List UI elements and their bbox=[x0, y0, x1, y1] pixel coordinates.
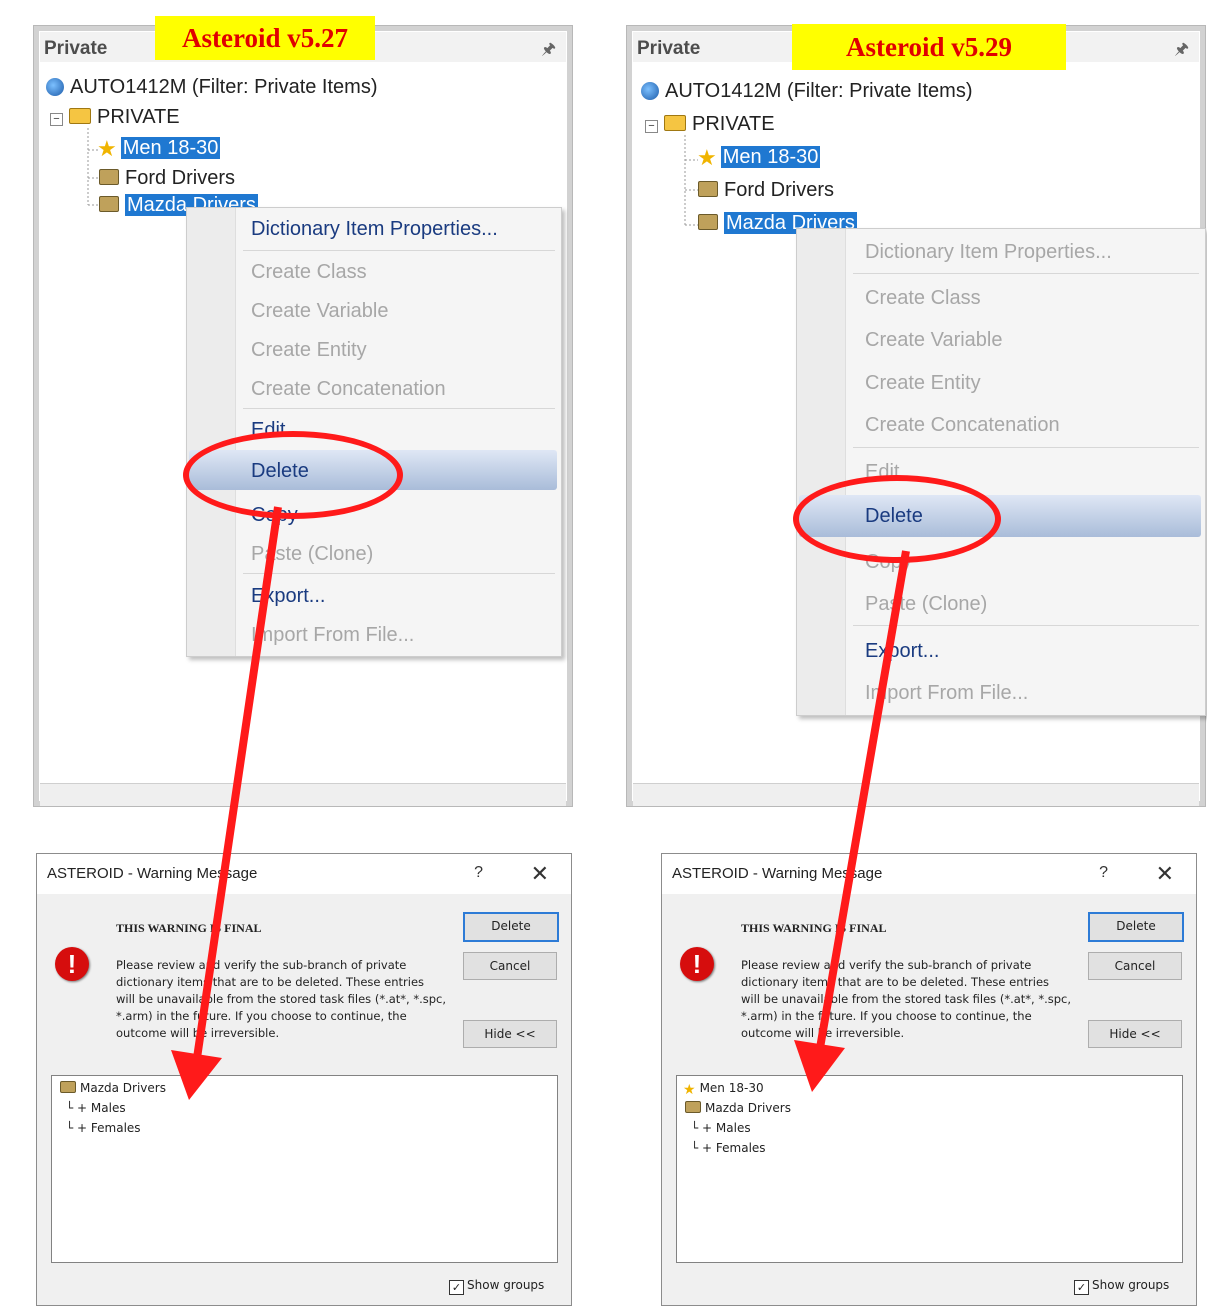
help-icon[interactable]: ? bbox=[1099, 864, 1108, 882]
menu-separator bbox=[853, 447, 1199, 448]
panel-footer bbox=[40, 783, 566, 806]
error-icon: ! bbox=[55, 947, 89, 981]
group-icon bbox=[698, 181, 718, 197]
dialog-title: ASTEROID - Warning Message bbox=[47, 865, 258, 882]
tree-folder-private[interactable]: − PRIVATE bbox=[645, 113, 775, 136]
menu-item-import[interactable]: Import From File... bbox=[251, 624, 414, 647]
cancel-button[interactable]: Cancel bbox=[463, 952, 557, 980]
tree-item[interactable]: Ford Drivers bbox=[698, 179, 834, 202]
globe-icon bbox=[641, 82, 659, 100]
menu-item-create-variable[interactable]: Create Variable bbox=[865, 329, 1002, 352]
menu-item-export[interactable]: Export... bbox=[251, 585, 325, 608]
items-list[interactable]: ★ Men 18-30 Mazda Drivers └ + Males └ + F… bbox=[676, 1075, 1183, 1263]
list-item[interactable]: └ + Males bbox=[66, 1101, 126, 1115]
error-icon: ! bbox=[680, 947, 714, 981]
menu-item-paste[interactable]: Paste (Clone) bbox=[251, 543, 373, 566]
menu-separator bbox=[853, 273, 1199, 274]
cancel-button[interactable]: Cancel bbox=[1088, 952, 1182, 980]
tree-item[interactable]: ★ Men 18-30 bbox=[697, 145, 821, 170]
tree-branch: └ + bbox=[691, 1121, 716, 1135]
list-item[interactable]: └ + Males bbox=[691, 1121, 751, 1135]
menu-separator bbox=[243, 573, 555, 574]
warning-dialog-right: ASTEROID - Warning Message ? ✕ ! THIS WA… bbox=[661, 853, 1197, 1306]
items-list[interactable]: Mazda Drivers └ + Males └ + Females bbox=[51, 1075, 558, 1263]
group-icon bbox=[698, 214, 718, 230]
tree-branch: └ + bbox=[66, 1121, 91, 1135]
warning-message: Please review and verify the sub-branch … bbox=[741, 958, 1072, 1040]
help-icon[interactable]: ? bbox=[474, 864, 483, 882]
menu-item-create-entity[interactable]: Create Entity bbox=[251, 339, 367, 362]
collapse-icon[interactable]: − bbox=[645, 120, 658, 133]
folder-icon bbox=[664, 115, 686, 131]
menu-item-create-concatenation[interactable]: Create Concatenation bbox=[251, 378, 446, 401]
menu-item-create-class[interactable]: Create Class bbox=[251, 261, 367, 284]
panel-footer bbox=[633, 783, 1199, 806]
menu-separator bbox=[243, 408, 555, 409]
star-icon: ★ bbox=[697, 145, 717, 170]
menu-item-export[interactable]: Export... bbox=[865, 640, 939, 663]
dialog-titlebar: ASTEROID - Warning Message ? ✕ bbox=[37, 854, 571, 894]
menu-separator bbox=[853, 625, 1199, 626]
menu-gutter bbox=[797, 229, 846, 715]
warning-dialog-left: ASTEROID - Warning Message ? ✕ ! THIS WA… bbox=[36, 853, 572, 1306]
highlight-ellipse bbox=[793, 475, 1001, 563]
list-item[interactable]: Mazda Drivers bbox=[60, 1081, 166, 1095]
context-menu-left: Dictionary Item Properties... Create Cla… bbox=[186, 207, 562, 657]
tree-root[interactable]: AUTO1412M (Filter: Private Items) bbox=[641, 80, 972, 103]
delete-button[interactable]: Delete bbox=[463, 912, 559, 942]
list-item[interactable]: └ + Females bbox=[691, 1141, 766, 1155]
close-icon[interactable]: ✕ bbox=[1156, 861, 1174, 887]
highlight-ellipse bbox=[183, 431, 403, 519]
close-icon[interactable]: ✕ bbox=[531, 861, 549, 887]
dialog-title: ASTEROID - Warning Message bbox=[672, 865, 883, 882]
menu-gutter bbox=[187, 208, 236, 656]
warning-heading: THIS WARNING IS FINAL bbox=[741, 921, 887, 935]
menu-item-create-concatenation[interactable]: Create Concatenation bbox=[865, 414, 1060, 437]
tree-branch: └ + bbox=[691, 1141, 716, 1155]
warning-message: Please review and verify the sub-branch … bbox=[116, 958, 447, 1040]
list-item[interactable]: Mazda Drivers bbox=[685, 1101, 791, 1115]
group-icon bbox=[685, 1101, 701, 1113]
context-menu-right: Dictionary Item Properties... Create Cla… bbox=[796, 228, 1206, 716]
list-item[interactable]: ★ Men 18-30 bbox=[683, 1081, 764, 1099]
menu-item-properties[interactable]: Dictionary Item Properties... bbox=[865, 241, 1112, 264]
warning-heading: THIS WARNING IS FINAL bbox=[116, 921, 262, 935]
dialog-titlebar: ASTEROID - Warning Message ? ✕ bbox=[662, 854, 1196, 894]
hide-button[interactable]: Hide << bbox=[463, 1020, 557, 1048]
menu-item-create-variable[interactable]: Create Variable bbox=[251, 300, 388, 323]
menu-item-create-entity[interactable]: Create Entity bbox=[865, 372, 981, 395]
group-icon bbox=[60, 1081, 76, 1093]
tree-branch: └ + bbox=[66, 1101, 91, 1115]
star-icon: ★ bbox=[683, 1082, 696, 1098]
checkmark-icon: ✓ bbox=[1074, 1280, 1089, 1295]
menu-item-paste[interactable]: Paste (Clone) bbox=[865, 593, 987, 616]
show-groups-checkbox[interactable]: ✓ Show groups bbox=[449, 1278, 544, 1295]
menu-item-create-class[interactable]: Create Class bbox=[865, 287, 981, 310]
hide-button[interactable]: Hide << bbox=[1088, 1020, 1182, 1048]
delete-button[interactable]: Delete bbox=[1088, 912, 1184, 942]
checkmark-icon: ✓ bbox=[449, 1280, 464, 1295]
list-item[interactable]: └ + Females bbox=[66, 1121, 141, 1135]
menu-item-import[interactable]: Import From File... bbox=[865, 682, 1028, 705]
tree-lines bbox=[684, 135, 698, 226]
show-groups-checkbox[interactable]: ✓ Show groups bbox=[1074, 1278, 1169, 1295]
